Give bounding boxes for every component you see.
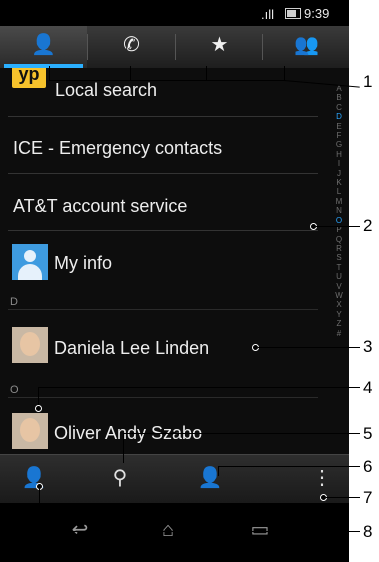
callout-line bbox=[218, 466, 219, 476]
callout-dot bbox=[35, 405, 42, 412]
home-icon: ⌂ bbox=[161, 519, 175, 541]
my-info-avatar bbox=[12, 244, 48, 280]
index-letter: Q bbox=[335, 234, 343, 244]
index-letter: F bbox=[336, 131, 342, 141]
battery-icon bbox=[285, 8, 301, 19]
section-divider bbox=[8, 309, 318, 310]
index-letter: I bbox=[337, 159, 341, 169]
index-letter: Z bbox=[336, 319, 342, 329]
index-letter: R bbox=[336, 243, 342, 253]
status-bar: .ıll 9:39 am bbox=[0, 0, 349, 36]
phone-screen: .ıll 9:39 am 👤 ✆ ★ 👥 yp Local search ICE… bbox=[0, 0, 349, 562]
index-letter: B bbox=[336, 93, 342, 103]
index-letter: C bbox=[336, 102, 342, 112]
section-header-o: O bbox=[10, 384, 19, 396]
index-letter: M bbox=[335, 196, 343, 206]
index-letter: K bbox=[336, 178, 342, 188]
callout-line bbox=[206, 66, 207, 80]
tab-contacts[interactable]: 👤 bbox=[0, 26, 87, 68]
tab-favorites[interactable]: ★ bbox=[176, 26, 263, 68]
callout-line bbox=[218, 466, 360, 467]
index-letter: S bbox=[336, 253, 342, 263]
recent-apps-icon: ▭ bbox=[250, 519, 270, 541]
groups-icon: 👥 bbox=[294, 34, 319, 56]
callout-line bbox=[123, 433, 360, 434]
callout-line bbox=[39, 531, 360, 532]
index-letter: H bbox=[336, 149, 342, 159]
contact-photo bbox=[12, 413, 48, 449]
index-letter: # bbox=[336, 328, 342, 338]
index-letter: Y bbox=[336, 309, 342, 319]
index-letter: N bbox=[336, 206, 342, 216]
index-letter: X bbox=[336, 300, 342, 310]
recent-apps-button[interactable]: ▭ bbox=[240, 518, 280, 542]
contact-photo bbox=[12, 327, 48, 363]
index-letter: W bbox=[335, 290, 343, 300]
callout-number: 4 bbox=[363, 378, 373, 397]
callout-line bbox=[130, 66, 131, 80]
star-icon: ★ bbox=[210, 34, 229, 56]
phone-icon: ✆ bbox=[123, 34, 140, 56]
navigation-bar: ↩ ⌂ ▭ bbox=[0, 503, 349, 562]
list-item-label: My info bbox=[54, 253, 113, 273]
menu-icon: ⋮ bbox=[312, 467, 332, 489]
callout-line bbox=[38, 387, 360, 388]
favorites-filter-button[interactable]: 👤 bbox=[12, 455, 56, 503]
list-item-label: AT&T account service bbox=[13, 196, 188, 216]
list-item-label: ICE - Emergency contacts bbox=[13, 138, 223, 158]
callout-line bbox=[123, 433, 124, 463]
add-contact-button[interactable]: 👤 bbox=[188, 455, 232, 503]
contacts-icon: 👤 bbox=[31, 34, 56, 56]
callout-line bbox=[326, 497, 360, 498]
list-item-daniela[interactable]: Daniela Lee Linden bbox=[0, 313, 325, 371]
callout-number: 3 bbox=[363, 337, 373, 356]
tab-bar: 👤 ✆ ★ 👥 bbox=[0, 26, 349, 68]
search-button[interactable]: ⚲ bbox=[98, 455, 142, 503]
index-letter: L bbox=[336, 187, 342, 197]
index-letter: D bbox=[336, 112, 342, 122]
index-letter: V bbox=[336, 281, 342, 291]
callout-line bbox=[38, 387, 39, 405]
signal-icon: .ıll bbox=[261, 7, 274, 22]
back-icon: ↩ bbox=[71, 519, 89, 541]
callout-number: 5 bbox=[363, 424, 373, 443]
back-button[interactable]: ↩ bbox=[60, 518, 100, 542]
callout-number: 8 bbox=[363, 522, 373, 541]
list-item-ice[interactable]: ICE - Emergency contacts bbox=[0, 116, 325, 173]
index-letter: O bbox=[335, 215, 343, 225]
list-item-label: Daniela Lee Linden bbox=[54, 338, 210, 358]
callout-line bbox=[258, 347, 360, 348]
callout-line bbox=[39, 488, 40, 531]
tab-phone[interactable]: ✆ bbox=[88, 26, 175, 68]
list-item-att-service[interactable]: AT&T account service bbox=[0, 173, 325, 230]
tab-groups[interactable]: 👥 bbox=[263, 26, 349, 68]
alphabet-index[interactable]: A B C D E F G H I J K L M N O P Q R S T … bbox=[332, 84, 346, 338]
index-letter: T bbox=[336, 262, 342, 272]
section-divider bbox=[8, 397, 318, 398]
yp-logo-icon: yp bbox=[12, 68, 46, 88]
callout-number: 7 bbox=[363, 488, 373, 507]
index-letter: U bbox=[336, 272, 342, 282]
callout-line bbox=[49, 80, 285, 81]
contact-list[interactable]: yp Local search ICE - Emergency contacts… bbox=[0, 68, 349, 454]
index-letter: E bbox=[336, 121, 342, 131]
index-letter: G bbox=[335, 140, 343, 150]
callout-line bbox=[49, 66, 50, 80]
index-letter: J bbox=[337, 168, 341, 178]
list-item-label: Local search bbox=[55, 80, 158, 100]
home-button[interactable]: ⌂ bbox=[148, 518, 188, 542]
list-item-oliver[interactable]: Oliver Andy Szabo bbox=[0, 401, 325, 454]
section-header-d: D bbox=[10, 296, 18, 308]
callout-line bbox=[284, 66, 285, 80]
list-item-my-info[interactable]: My info bbox=[0, 230, 325, 287]
search-icon: ⚲ bbox=[112, 467, 128, 489]
callout-line bbox=[316, 226, 360, 227]
callout-number: 1 bbox=[363, 72, 373, 91]
callout-number: 6 bbox=[363, 457, 373, 476]
callout-number: 2 bbox=[363, 216, 373, 235]
bottom-toolbar: 👤 ⚲ 👤 ⋮ bbox=[0, 454, 349, 503]
